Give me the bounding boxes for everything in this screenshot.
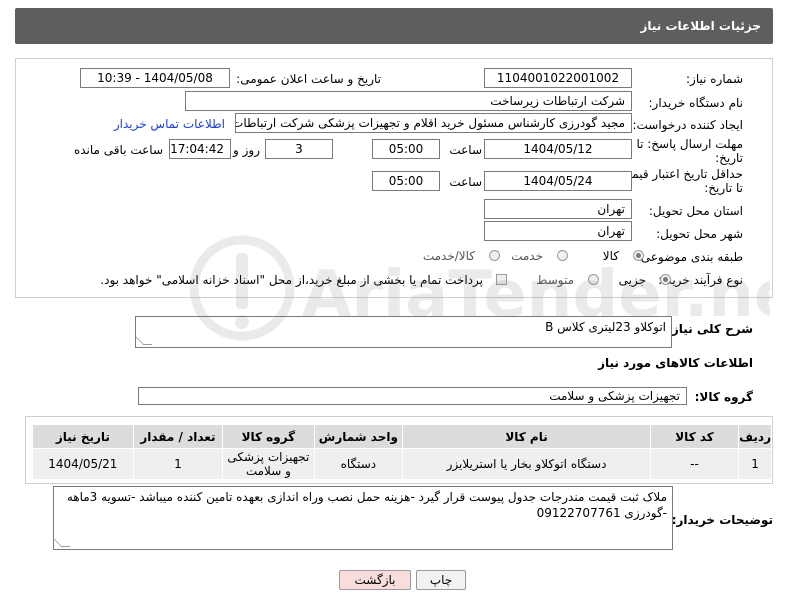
print-button[interactable]: چاپ: [416, 570, 466, 590]
goods-info-title: اطلاعات کالاهای مورد نیاز: [598, 356, 753, 370]
need-description-field[interactable]: اتوکلاو 23لیتری کلاس B: [135, 316, 672, 348]
resize-grip-icon[interactable]: [136, 336, 153, 345]
delivery-city-label: شهر محل تحویل:: [656, 227, 743, 241]
announce-datetime-label: تاریخ و ساعت اعلان عمومی:: [236, 72, 381, 86]
delivery-province-label: استان محل تحویل:: [648, 204, 743, 218]
reply-deadline-date-field[interactable]: 1404/05/12: [484, 139, 632, 159]
reply-deadline-time-label: ساعت: [449, 143, 482, 157]
cell-goods-code: --: [649, 448, 740, 480]
goods-table-header-row: ردیف کد کالا نام کالا واحد شمارش گروه کا…: [32, 424, 772, 449]
reply-deadline-label-2: تاریخ:: [715, 151, 743, 165]
price-validity-label-2: تا تاریخ:: [704, 181, 743, 195]
announce-datetime-field[interactable]: 1404/05/08 - 10:39: [80, 68, 230, 88]
column-header-goods-group: گروه کالا: [222, 424, 315, 449]
category-option-goods: کالا: [602, 249, 619, 263]
process-option-medium: متوسط: [536, 273, 574, 287]
buyer-org-field[interactable]: شرکت ارتباطات زیرساخت: [185, 91, 632, 111]
days-label: روز و: [233, 143, 260, 157]
cell-unit: دستگاه: [313, 448, 404, 480]
column-header-quantity: تعداد / مقدار: [132, 424, 224, 449]
reply-deadline-time-field[interactable]: 05:00: [372, 139, 440, 159]
remaining-time-field[interactable]: 17:04:42: [169, 139, 231, 159]
requester-label: ایجاد کننده درخواست:: [632, 118, 743, 132]
process-option-minor: جزیی: [618, 273, 646, 287]
back-button[interactable]: بازگشت: [339, 570, 411, 590]
table-row[interactable]: 1 -- دستگاه اتوکلاو بخار یا استریلایزر د…: [32, 448, 772, 480]
need-number-field[interactable]: 1104001022001002: [484, 68, 632, 88]
process-radio-medium[interactable]: [588, 274, 599, 285]
remaining-time-label: ساعت باقی مانده: [73, 143, 163, 157]
goods-group-field[interactable]: تجهیزات پزشکی و سلامت: [138, 387, 687, 405]
cell-quantity: 1: [132, 448, 224, 480]
buyer-org-label: نام دستگاه خریدار:: [648, 96, 744, 110]
process-radio-minor[interactable]: [660, 274, 671, 285]
need-description-label: شرح کلی نیاز:: [667, 322, 753, 336]
buyer-notes-label: توضیحات خریدار:: [671, 513, 773, 527]
column-header-row-number: ردیف: [738, 424, 772, 449]
category-option-goods-service: کالا/خدمت: [422, 249, 475, 263]
column-header-need-date: تاریخ نیاز: [32, 424, 134, 449]
treasury-payment-checkbox[interactable]: [496, 274, 507, 285]
category-radio-goods-service[interactable]: [489, 250, 500, 261]
delivery-city-field[interactable]: تهران: [484, 221, 632, 241]
category-label: طبقه بندی موضوعی:: [636, 250, 743, 264]
requester-field[interactable]: مجید گودرزی کارشناس مسئول خرید اقلام و ت…: [235, 113, 632, 133]
need-description-text: اتوکلاو 23لیتری کلاس B: [545, 320, 666, 334]
goods-table: ردیف کد کالا نام کالا واحد شمارش گروه کا…: [32, 424, 772, 480]
price-validity-date-field[interactable]: 1404/05/24: [484, 171, 632, 191]
resize-grip-icon[interactable]: [54, 538, 71, 547]
treasury-payment-note: پرداخت تمام یا بخشی از مبلغ خرید،از محل …: [100, 273, 483, 287]
price-validity-time-field[interactable]: 05:00: [372, 171, 440, 191]
category-radio-goods[interactable]: [633, 250, 644, 261]
need-number-label: شماره نیاز:: [686, 72, 743, 86]
price-validity-label-1: حداقل تاریخ اعتبار قیمت:: [616, 167, 743, 181]
price-validity-time-label: ساعت: [449, 175, 482, 189]
remaining-days-field[interactable]: 3: [265, 139, 333, 159]
category-radio-service[interactable]: [557, 250, 568, 261]
buyer-contact-link[interactable]: اطلاعات تماس خریدار: [114, 117, 225, 131]
category-option-service: خدمت: [511, 249, 543, 263]
column-header-goods-name: نام کالا: [402, 424, 651, 449]
cell-need-date: 1404/05/21: [32, 448, 134, 480]
panel-header: جزئیات اطلاعات نیاز: [15, 8, 773, 44]
buyer-notes-text: ملاک ثبت قیمت مندرجات جدول پیوست قرار گی…: [66, 490, 667, 520]
column-header-goods-code: کد کالا: [649, 424, 740, 449]
page: جزئیات اطلاعات نیاز شماره نیاز: 11040010…: [0, 0, 788, 606]
delivery-province-field[interactable]: تهران: [484, 199, 632, 219]
buyer-notes-field[interactable]: ملاک ثبت قیمت مندرجات جدول پیوست قرار گی…: [53, 486, 673, 550]
goods-group-label: گروه کالا:: [694, 390, 753, 404]
reply-deadline-label-1: مهلت ارسال پاسخ: تا: [636, 137, 743, 151]
column-header-unit: واحد شمارش: [313, 424, 404, 449]
cell-goods-name: دستگاه اتوکلاو بخار یا استریلایزر: [402, 448, 651, 480]
cell-goods-group: تجهیزات پزشکی و سلامت: [222, 448, 315, 480]
cell-row-number: 1: [738, 448, 772, 480]
